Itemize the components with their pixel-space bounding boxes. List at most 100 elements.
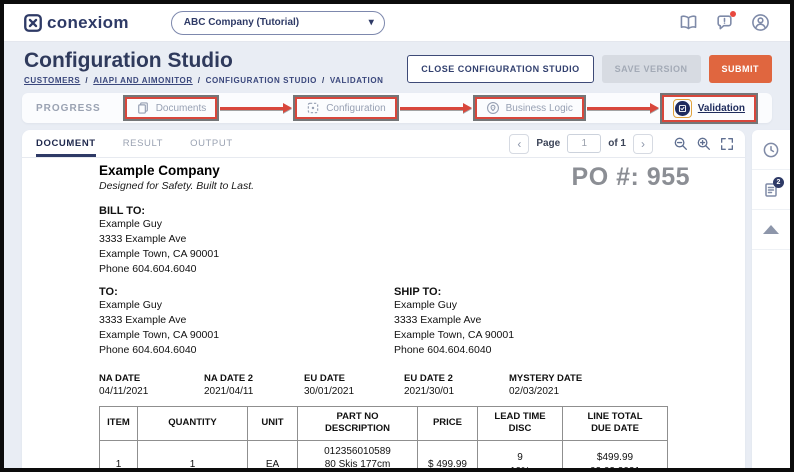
col-part-no: PART NO DESCRIPTION xyxy=(298,407,418,441)
date-label: EU DATE xyxy=(304,373,404,384)
address-line: Example Guy xyxy=(99,217,690,232)
breadcrumb-separator: / xyxy=(85,76,88,85)
page-navigation: ‹ Page of 1 › xyxy=(509,130,735,157)
zoom-in-icon[interactable] xyxy=(696,136,712,152)
step-label-validation: Validation xyxy=(698,103,745,114)
date-value: 2021/04/11 xyxy=(204,386,304,397)
breadcrumb-configuration-studio: CONFIGURATION STUDIO xyxy=(206,76,317,85)
progress-label: PROGRESS xyxy=(36,103,101,114)
progress-bar: PROGRESS Documents xyxy=(22,93,772,123)
po-company-tagline: Designed for Safety. Built to Last. xyxy=(99,180,254,192)
document-viewer-panel: DOCUMENT RESULT OUTPUT ‹ Page of 1 › xyxy=(22,130,745,468)
po-company-name: Example Company xyxy=(99,163,254,178)
breadcrumb-customer-name[interactable]: AIAPI AND AIMONITOR xyxy=(93,76,193,85)
po-header: Example Company Designed for Safety. Bui… xyxy=(99,163,690,192)
date-label: EU DATE 2 xyxy=(404,373,509,384)
header-buttons: CLOSE CONFIGURATION STUDIO SAVE VERSION … xyxy=(407,55,772,83)
viewer-tabs: DOCUMENT RESULT OUTPUT ‹ Page of 1 › xyxy=(22,130,745,158)
date-value: 04/11/2021 xyxy=(99,386,204,397)
annotation-box-business-logic: Business Logic xyxy=(475,97,584,119)
to-ship-row: TO: Example Guy 3333 Example Ave Example… xyxy=(99,286,690,358)
ship-to-label: SHIP TO: xyxy=(394,286,514,298)
cell-quantity: 1 xyxy=(138,440,248,468)
user-avatar-icon[interactable] xyxy=(751,13,770,32)
notes-count-badge: 2 xyxy=(773,177,784,188)
annotation-box-documents: Documents xyxy=(125,97,218,119)
date-value: 02/03/2021 xyxy=(509,386,582,397)
tab-document[interactable]: DOCUMENT xyxy=(36,130,96,157)
right-toolbar: 2 xyxy=(752,130,790,468)
submit-button[interactable]: SUBMIT xyxy=(709,55,773,83)
fullscreen-icon[interactable] xyxy=(719,136,735,152)
date-field-na: NA DATE 04/11/2021 xyxy=(99,373,204,397)
date-field-na2: NA DATE 2 2021/04/11 xyxy=(204,373,304,397)
version-notes-icon[interactable]: 2 xyxy=(752,170,790,210)
breadcrumb-validation: VALIDATION xyxy=(330,76,384,85)
topbar-actions xyxy=(679,13,770,32)
date-label: MYSTERY DATE xyxy=(509,373,582,384)
page-number-input[interactable] xyxy=(567,134,601,153)
progress-step-documents[interactable]: Documents xyxy=(136,101,207,115)
next-page-button[interactable]: › xyxy=(633,134,653,154)
save-version-button[interactable]: SAVE VERSION xyxy=(602,55,701,83)
validation-highlight-ring xyxy=(673,99,692,118)
company-selector-dropdown[interactable]: ABC Company (Tutorial) ▾ xyxy=(171,11,385,35)
conexiom-logo: conexiom xyxy=(24,13,129,33)
company-selector-value: ABC Company (Tutorial) xyxy=(184,17,299,28)
tab-output[interactable]: OUTPUT xyxy=(190,130,233,157)
date-value: 30/01/2021 xyxy=(304,386,404,397)
col-item: ITEM xyxy=(100,407,138,441)
address-line: Example Town, CA 90001 xyxy=(99,247,690,262)
address-line: Phone 604.604.6040 xyxy=(394,343,514,358)
to-label: TO: xyxy=(99,286,394,298)
address-line: Phone 604.604.6040 xyxy=(99,343,394,358)
po-document: Example Company Designed for Safety. Bui… xyxy=(22,158,745,468)
address-line: Example Guy xyxy=(394,298,514,313)
collapse-triangle-icon[interactable] xyxy=(752,210,790,250)
table-header-row: ITEM QUANTITY UNIT PART NO DESCRIPTION P… xyxy=(100,407,668,441)
annotation-arrow xyxy=(400,103,472,113)
app-window: conexiom ABC Company (Tutorial) ▾ xyxy=(0,0,794,472)
address-line: Example Guy xyxy=(99,298,394,313)
cell-item: 1 xyxy=(100,440,138,468)
col-quantity: QUANTITY xyxy=(138,407,248,441)
cell-part-no: 012356010589 80 Skis 177cm Black color xyxy=(298,440,418,468)
previous-page-button[interactable]: ‹ xyxy=(509,134,529,154)
history-icon[interactable] xyxy=(752,130,790,170)
progress-step-validation[interactable]: Validation xyxy=(673,99,745,118)
page-label: Page xyxy=(536,138,560,149)
annotation-box-configuration: Configuration xyxy=(295,97,396,119)
address-line: Example Town, CA 90001 xyxy=(394,328,514,343)
documents-icon xyxy=(136,101,150,115)
bill-to-label: BILL TO: xyxy=(99,205,690,217)
annotation-box-validation: Validation xyxy=(662,95,756,122)
page-count-label: of 1 xyxy=(608,138,626,149)
col-unit: UNIT xyxy=(248,407,298,441)
step-label-business-logic: Business Logic xyxy=(506,103,573,114)
po-number: PO #: 955 xyxy=(572,163,690,192)
configuration-icon xyxy=(306,101,320,115)
cell-unit: EA xyxy=(248,440,298,468)
annotation-arrow xyxy=(220,103,292,113)
col-lead-time: LEAD TIME DISC xyxy=(478,407,563,441)
zoom-out-icon[interactable] xyxy=(673,136,689,152)
address-line: 3333 Example Ave xyxy=(99,232,690,247)
close-configuration-studio-button[interactable]: CLOSE CONFIGURATION STUDIO xyxy=(407,55,593,83)
tab-result[interactable]: RESULT xyxy=(123,130,163,157)
breadcrumb-customers[interactable]: CUSTOMERS xyxy=(24,76,80,85)
chevron-down-icon: ▾ xyxy=(369,17,374,28)
step-label-configuration: Configuration xyxy=(326,103,385,114)
progress-step-configuration[interactable]: Configuration xyxy=(306,101,385,115)
documentation-book-icon[interactable] xyxy=(679,13,698,32)
date-field-mystery: MYSTERY DATE 02/03/2021 xyxy=(509,373,582,397)
breadcrumb-separator: / xyxy=(322,76,325,85)
bill-to-block: BILL TO: Example Guy 3333 Example Ave Ex… xyxy=(99,205,690,277)
to-block: TO: Example Guy 3333 Example Ave Example… xyxy=(99,286,394,358)
notification-dot xyxy=(730,11,736,17)
page-title: Configuration Studio xyxy=(24,49,384,73)
po-line-items-table: ITEM QUANTITY UNIT PART NO DESCRIPTION P… xyxy=(99,406,668,468)
title-block: Configuration Studio CUSTOMERS / AIAPI A… xyxy=(24,49,384,85)
notifications-icon[interactable] xyxy=(715,13,734,32)
breadcrumb: CUSTOMERS / AIAPI AND AIMONITOR / CONFIG… xyxy=(24,76,384,85)
progress-step-business-logic[interactable]: Business Logic xyxy=(486,101,573,115)
